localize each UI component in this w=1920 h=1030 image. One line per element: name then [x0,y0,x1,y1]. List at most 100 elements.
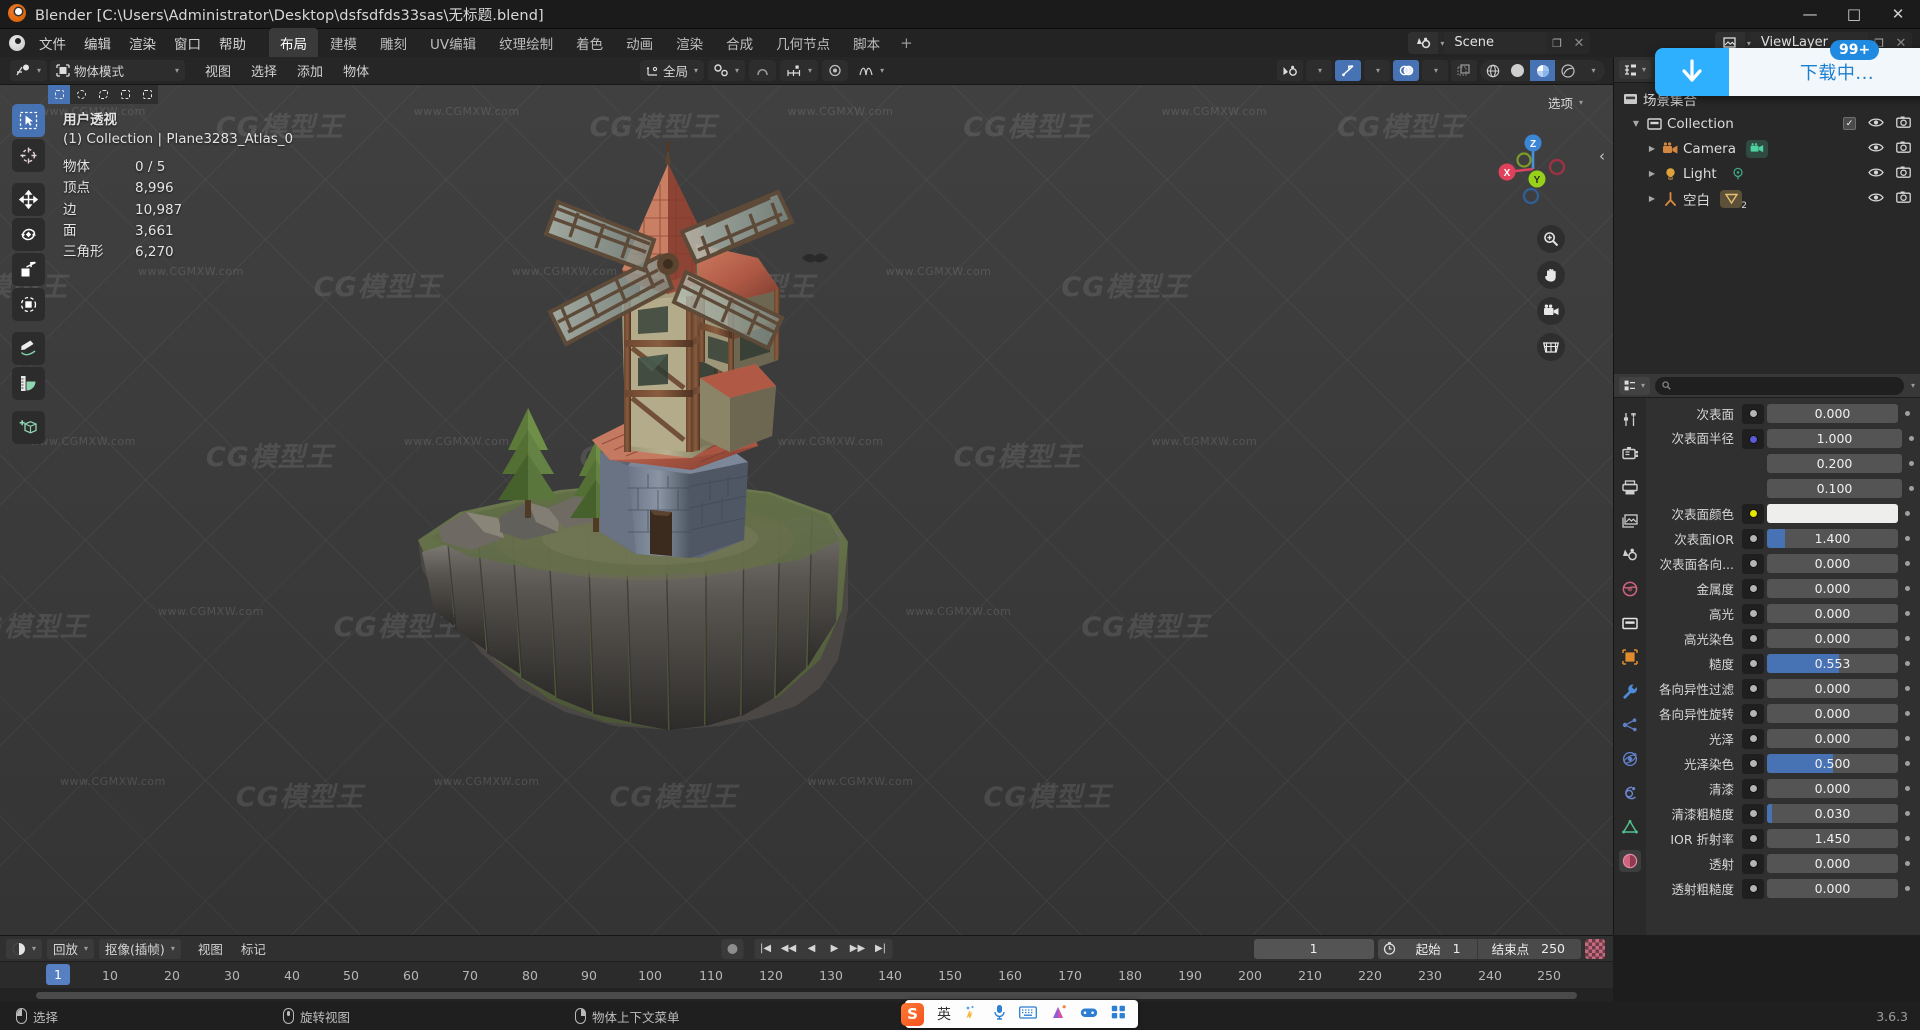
properties-search-input[interactable] [1655,376,1904,395]
property-value-field[interactable]: 0.000 [1767,854,1898,873]
tool-rotate[interactable] [12,218,45,251]
windmill-3d-model[interactable] [400,140,960,840]
property-row-subsurface-color[interactable]: 次表面颜色 [1646,501,1920,526]
tab-object-data[interactable] [1619,816,1641,838]
select-extend-mode-button[interactable] [114,85,136,104]
playback-dropdown[interactable]: 回放 ▾ [47,938,95,959]
tab-particles[interactable] [1619,714,1641,736]
property-row-clearcoat[interactable]: 清漆 0.000 [1646,776,1920,801]
viewport-menu-select[interactable]: 选择 [242,58,286,83]
animate-property-icon[interactable] [1898,636,1916,641]
animate-property-icon[interactable] [1898,736,1916,741]
interaction-mode-dropdown[interactable]: 物体模式 ▾ [50,60,186,81]
input-socket[interactable] [1742,753,1764,774]
hide-in-viewport-icon[interactable] [1868,116,1884,132]
animate-property-icon[interactable] [1898,536,1916,541]
tool-add-cube[interactable] [12,411,45,444]
tab-output[interactable] [1619,476,1641,498]
timeline-ruler[interactable]: 1 10 20 30 40 50 60 70 80 90 100 110 120… [0,962,1613,988]
viewport-options-a[interactable] [822,60,849,81]
workspace-tab-compositing[interactable]: 合成 [715,28,764,58]
input-socket[interactable] [1742,528,1764,549]
input-socket[interactable] [1742,503,1764,524]
input-socket[interactable] [1742,853,1764,874]
tab-physics[interactable] [1619,748,1641,770]
input-socket[interactable] [1742,603,1764,624]
disable-in-renders-icon[interactable] [1896,191,1911,207]
input-socket[interactable] [1742,703,1764,724]
tab-world[interactable] [1619,578,1641,600]
timeline-menu-marker[interactable]: 标记 [233,936,274,961]
window-close-button[interactable]: ✕ [1876,0,1920,29]
properties-options-chevron-down-icon[interactable]: ▾ [1911,381,1915,390]
select-subtract-mode-button[interactable] [136,85,158,104]
ime-mode-label[interactable]: 英 [937,1004,951,1024]
property-row-transmission[interactable]: 透射 0.000 [1646,851,1920,876]
overlays-toggle-button[interactable] [1393,60,1419,81]
auto-keying-button[interactable] [721,938,743,959]
tab-constraints[interactable] [1619,782,1641,804]
property-value-field[interactable]: 1.400 [1767,529,1898,548]
snap-toggle-button[interactable]: ▾ [708,60,746,81]
hide-in-viewport-icon[interactable] [1868,166,1884,182]
camera-data-badge[interactable] [1745,139,1768,158]
viewport-menu-add[interactable]: 添加 [288,58,332,83]
overlays-chevron-down-icon[interactable]: ▾ [1422,60,1448,81]
end-frame-value[interactable]: 250 [1539,941,1581,956]
viewport-3d[interactable]: www.CGMXW.com CG模型王 www.CGMXW.com CG模型王 … [0,85,1613,935]
use-preview-range-icon[interactable] [1378,939,1402,959]
proportional-falloff-button[interactable]: ▾ [780,60,819,81]
workspace-tab-texture-paint[interactable]: 纹理绘制 [488,28,564,58]
animate-property-icon[interactable] [1898,661,1916,666]
next-keyframe-button[interactable]: ▶▶ [846,939,869,959]
sidebar-expand-arrow-icon[interactable]: ‹ [1599,147,1605,165]
play-reverse-button[interactable]: ◀ [800,939,823,959]
navigation-gizmo[interactable]: Z X Y [1491,127,1575,211]
animate-property-icon[interactable] [1902,436,1920,441]
workspace-tab-uv-editing[interactable]: UV编辑 [419,28,487,58]
download-toast[interactable]: 下载中... [1655,48,1920,96]
animate-property-icon[interactable] [1898,886,1916,891]
window-maximize-button[interactable]: □ [1832,0,1876,29]
properties-editor-type-button[interactable]: ▾ [1619,376,1651,395]
play-button[interactable]: ▶ [823,939,846,959]
tool-measure[interactable] [12,367,45,400]
start-frame-value[interactable]: 1 [1451,941,1477,956]
timeline-editor-type-button[interactable]: ▾ [6,938,43,959]
property-row-subsurface-anisotropy[interactable]: 次表面各向... 0.000 [1646,551,1920,576]
add-workspace-button[interactable]: + [892,30,921,56]
animate-property-icon[interactable] [1898,586,1916,591]
property-value-field[interactable]: 0.000 [1767,679,1898,698]
property-row-metallic[interactable]: 金属度 0.000 [1646,576,1920,601]
scene-icon[interactable] [1408,32,1439,54]
input-socket[interactable] [1742,778,1764,799]
input-socket[interactable] [1742,553,1764,574]
property-row-clearcoat-roughness[interactable]: 清漆粗糙度 0.030 [1646,801,1920,826]
property-row-specular[interactable]: 高光 0.000 [1646,601,1920,626]
tab-collection[interactable] [1619,612,1641,634]
pan-view-button[interactable] [1537,261,1565,289]
property-value-field[interactable]: 0.000 [1767,604,1898,623]
sync-mode-button[interactable] [1585,938,1605,959]
property-row-subsurface-radius[interactable]: 次表面半径 1.000 0.200 0.100 [1646,426,1920,501]
camera-expand-triangle-icon[interactable]: ▶ [1644,144,1660,153]
current-frame-field[interactable]: 1 [1253,938,1374,959]
timeline-playhead[interactable]: 1 [46,964,70,985]
animate-property-icon[interactable] [1898,411,1916,416]
menu-window[interactable]: 窗口 [165,29,210,57]
tab-tool[interactable] [1619,408,1641,430]
animate-property-icon[interactable] [1898,836,1916,841]
property-value-field[interactable]: 0.000 [1767,779,1898,798]
outliner-row-collection[interactable]: ▼ Collection ✓ [1614,111,1920,136]
toggle-perspective-button[interactable] [1537,333,1565,361]
workspace-tab-rendering[interactable]: 渲染 [665,28,714,58]
blender-menu-icon[interactable] [4,35,30,51]
workspace-tab-modeling[interactable]: 建模 [319,28,368,58]
apps-icon[interactable] [1111,1005,1126,1023]
menu-render[interactable]: 渲染 [120,29,165,57]
menu-edit[interactable]: 编辑 [75,29,120,57]
keyboard-icon[interactable] [1019,1005,1037,1023]
workspace-tab-animation[interactable]: 动画 [615,28,664,58]
shading-solid-button[interactable] [1505,60,1530,81]
animate-property-icon[interactable] [1902,461,1920,466]
